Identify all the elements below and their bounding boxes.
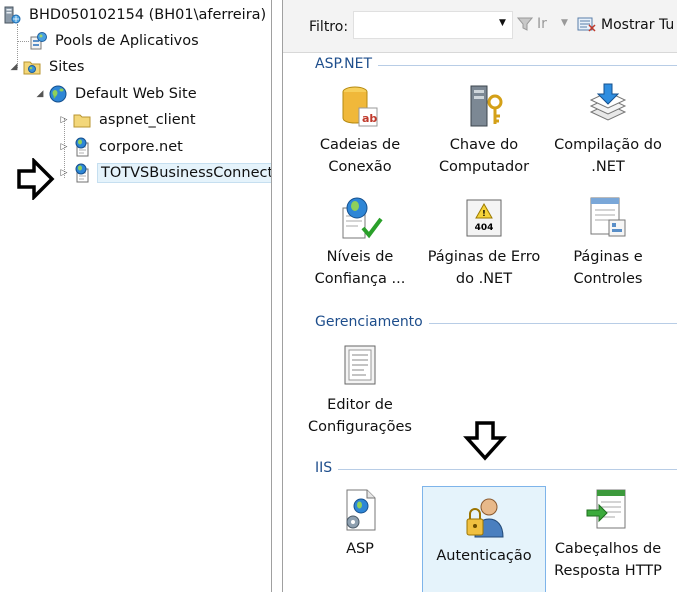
asp-icon [346,489,376,531]
funnel-icon [517,17,533,31]
feature-label: Níveis de [326,249,394,265]
group-header-aspnet[interactable]: ASP.NET [283,54,677,74]
svg-text:!: ! [482,209,486,218]
http-headers-icon [586,489,626,529]
features-view: Filtro: ▼ Ir ▼ Mostrar Tu ASP.NET ab Cad… [283,0,677,592]
tree-node-totvs[interactable]: ▷ TOTVSBusinessConnect [58,161,271,185]
collapse-chevron-icon[interactable]: ◢ [8,62,20,72]
feature-label: Confiança ... [314,271,406,287]
svg-text:404: 404 [475,223,494,233]
filter-input[interactable] [353,11,513,39]
tree-node-label: Pools de Aplicativos [55,33,199,49]
feature-configuration-editor[interactable]: Editor de Configurações [298,336,422,448]
group-divider [378,64,677,66]
tree-node-label: aspnet_client [99,112,196,128]
feature-label: Compilação do [554,137,662,153]
feature-machine-key[interactable]: Chave do Computador [422,76,546,188]
go-label: Ir [537,16,547,32]
expand-chevron-icon[interactable]: ▷ [58,115,70,125]
group-title: IIS [315,460,333,476]
expand-chevron-icon[interactable]: ▷ [58,142,70,152]
group-title: Gerenciamento [315,314,423,330]
web-app-icon [75,137,89,157]
feature-trust-levels[interactable]: Níveis de Confiança ... [298,188,422,300]
feature-http-response-headers[interactable]: Cabeçalhos de Resposta HTTP [546,480,670,592]
error-404-icon: ! 404 [466,199,502,237]
tree-node-server[interactable]: BHD050102154 (BH01\aferreira) [2,3,268,27]
go-dropdown-icon[interactable]: ▼ [561,18,568,28]
filter-label: Filtro: [309,19,349,35]
feature-asp[interactable]: ASP [298,480,422,592]
feature-label: Autenticação [436,548,532,564]
feature-label: Conexão [328,159,392,175]
feature-label: Cabeçalhos de [554,541,662,557]
group-title: ASP.NET [315,56,373,72]
authentication-icon [466,498,504,538]
web-app-icon [75,163,89,183]
tree-node-label: BHD050102154 (BH01\aferreira) [29,7,267,23]
filter-dropdown-icon[interactable]: ▼ [499,18,506,28]
group-divider [428,322,677,324]
feature-label: Editor de [327,397,393,413]
tree-node-default-site[interactable]: ◢ Default Web Site [34,82,199,106]
go-button[interactable]: Ir [517,16,547,32]
config-editor-icon [344,345,376,385]
feature-net-error-pages[interactable]: ! 404 Páginas de Erro do .NET [422,188,546,300]
svg-text:ab: ab [362,112,377,125]
feature-label: .NET [591,159,625,175]
feature-label: do .NET [455,271,513,287]
connections-tree: BHD050102154 (BH01\aferreira) Pools de A… [0,0,271,592]
feature-label: Páginas de Erro [427,249,541,265]
feature-label: Computador [438,159,530,175]
feature-label: Configurações [308,419,412,435]
tree-node-sites[interactable]: ◢ Sites [8,55,86,79]
collapse-chevron-icon[interactable]: ◢ [34,89,46,99]
group-header-management[interactable]: Gerenciamento [283,312,677,332]
feature-authentication[interactable]: Autenticação [422,486,546,592]
show-all-label: Mostrar Tu [601,17,675,33]
pages-controls-icon [590,197,626,237]
feature-net-compilation[interactable]: Compilação do .NET [546,76,670,188]
sites-folder-icon [23,61,41,75]
tree-node-label: corpore.net [99,139,183,155]
show-all-button[interactable]: Mostrar Tu [577,16,674,34]
folder-icon [73,114,91,128]
tree-node-aspnet-client[interactable]: ▷ aspnet_client [58,108,198,132]
group-header-iis[interactable]: IIS [283,458,677,478]
app-pool-icon [30,32,47,50]
feature-label: Resposta HTTP [554,563,662,579]
feature-label: Páginas e [573,249,643,265]
feature-pages-controls[interactable]: Páginas e Controles [546,188,670,300]
arrow-right-icon [17,158,55,200]
tree-node-label: TOTVSBusinessConnect [97,163,271,183]
feature-label: Controles [573,271,643,287]
pane-splitter[interactable] [271,0,283,592]
server-icon [4,6,21,24]
globe-icon [49,85,67,103]
feature-connection-strings[interactable]: ab Cadeias de Conexão [298,76,422,188]
tree-node-app-pools[interactable]: Pools de Aplicativos [28,29,201,53]
tree-node-label: Default Web Site [75,86,197,102]
show-all-icon [577,17,596,32]
tree-node-corpore[interactable]: ▷ corpore.net [58,135,185,159]
feature-label: Cadeias de [319,137,401,153]
expand-chevron-icon[interactable]: ▷ [58,168,70,178]
feature-label: Chave do [449,137,519,153]
trust-levels-icon [342,197,383,239]
filter-toolbar: Filtro: ▼ Ir ▼ Mostrar Tu [283,0,677,53]
tree-node-label: Sites [49,59,85,75]
machine-key-icon [470,85,503,127]
database-icon: ab [342,86,378,127]
group-divider [338,468,677,470]
feature-label: ASP [346,541,374,557]
compilation-icon [589,83,627,121]
arrow-down-icon [463,421,507,461]
